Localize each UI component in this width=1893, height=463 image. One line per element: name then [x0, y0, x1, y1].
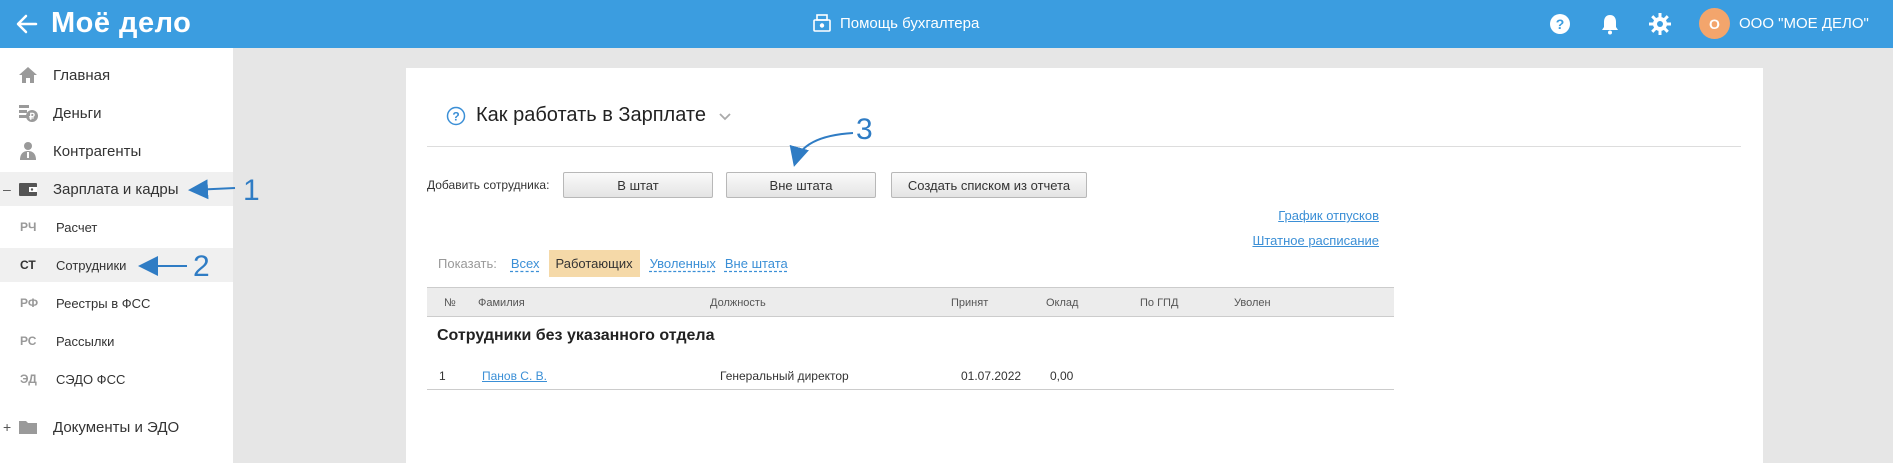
help-center-link[interactable]: Помощь бухгалтера	[812, 13, 979, 33]
cashbox-icon	[813, 14, 831, 32]
subitem-abbr: ЭД	[20, 372, 37, 386]
subitem-abbr: РФ	[20, 296, 39, 310]
col-surname[interactable]: Фамилия	[478, 297, 525, 309]
cell-salary: 0,00	[1050, 369, 1074, 383]
staffing-table-link[interactable]: Штатное расписание	[1252, 233, 1379, 248]
sidebar-item-label: Документы и ЭДО	[53, 418, 180, 436]
annotation-number-2: 2	[193, 250, 210, 283]
wallet-icon	[19, 183, 37, 196]
sidebar-item-documents[interactable]: + Документы и ЭДО	[0, 410, 233, 444]
subitem-label: Расчет	[56, 219, 98, 235]
cell-hired: 01.07.2022	[961, 369, 1022, 383]
subitem-label: СЭДО ФСС	[56, 371, 126, 387]
sidebar-item-label: Деньги	[53, 104, 102, 122]
folder-icon	[19, 421, 37, 434]
annotation-number-3: 3	[856, 113, 873, 146]
subitem-label: Сотрудники	[56, 257, 127, 273]
filter-working[interactable]: Работающих	[548, 250, 640, 277]
sidebar-subitem-sedo-fss[interactable]: ЭД СЭДО ФСС	[0, 362, 233, 396]
collapse-toggle[interactable]: –	[3, 181, 11, 197]
add-employee-label: Добавить сотрудника:	[427, 178, 550, 192]
top-header: Moё дело Помощь бухгалтера ? О ООО "МОЕ …	[0, 0, 1893, 48]
cell-number: 1	[439, 369, 446, 383]
title-divider	[427, 146, 1741, 147]
filter-label: Показать:	[438, 256, 497, 271]
sidebar-item-home[interactable]: Главная	[0, 58, 233, 92]
settings-gear-icon[interactable]	[1648, 12, 1672, 36]
table-header: № Фамилия Должность Принят Оклад По ГПД …	[427, 287, 1394, 317]
filter-non-staff[interactable]: Вне штата	[725, 256, 788, 271]
subitem-abbr: СТ	[20, 258, 36, 272]
add-staff-button[interactable]: В штат	[563, 172, 713, 198]
add-non-staff-button[interactable]: Вне штата	[726, 172, 876, 198]
question-circle-icon: ?	[446, 106, 466, 125]
create-from-report-button[interactable]: Создать списком из отчета	[891, 172, 1087, 198]
subitem-label: Реестры в ФСС	[56, 295, 151, 311]
col-hired[interactable]: Принят	[951, 297, 988, 309]
sidebar-subitem-fss-registers[interactable]: РФ Реестры в ФСС	[0, 286, 233, 320]
col-salary[interactable]: Оклад	[1046, 297, 1078, 309]
cell-position: Генеральный директор	[720, 369, 849, 383]
subitem-abbr: РС	[20, 334, 37, 348]
help-icon[interactable]: ?	[1548, 12, 1572, 36]
col-number: №	[444, 297, 456, 309]
notifications-bell-icon[interactable]	[1598, 12, 1622, 36]
table-row: 1 Панов С. В. Генеральный директор 01.07…	[427, 353, 1394, 390]
filter-dismissed[interactable]: Уволенных	[650, 256, 716, 271]
svg-text:₽: ₽	[29, 112, 35, 122]
page-title: Как работать в Зарплате	[476, 104, 706, 126]
sidebar-subitem-payroll[interactable]: РЧ Расчет	[0, 210, 233, 244]
svg-text:?: ?	[452, 109, 459, 123]
contractors-icon	[20, 142, 36, 160]
sidebar-subitem-mailings[interactable]: РС Рассылки	[0, 324, 233, 358]
annotation-number-1: 1	[243, 174, 260, 207]
section-title: Сотрудники без указанного отдела	[437, 327, 715, 344]
main-card: ? Как работать в Зарплате Добавить сотру…	[406, 68, 1763, 463]
page-title-row[interactable]: ? Как работать в Зарплате	[446, 104, 732, 127]
org-avatar[interactable]: О	[1699, 8, 1730, 39]
app-logo[interactable]: Moё дело	[51, 7, 191, 40]
home-icon	[19, 67, 37, 83]
col-dismissed[interactable]: Уволен	[1234, 297, 1271, 309]
col-position[interactable]: Должность	[710, 297, 766, 309]
sidebar-item-label: Контрагенты	[53, 142, 142, 160]
filter-bar: Показать: Всех Работающих Уволенных Вне …	[438, 250, 797, 277]
sidebar-item-contractors[interactable]: Контрагенты	[0, 134, 233, 168]
back-arrow-icon[interactable]	[14, 11, 40, 37]
vacation-schedule-link[interactable]: График отпусков	[1278, 208, 1379, 223]
col-gpd[interactable]: По ГПД	[1140, 297, 1178, 309]
sidebar-item-label: Зарплата и кадры	[53, 180, 179, 198]
employee-name-link[interactable]: Панов С. В.	[482, 369, 547, 383]
subitem-label: Рассылки	[56, 333, 115, 349]
org-name[interactable]: ООО "МОЕ ДЕЛО"	[1739, 15, 1869, 32]
help-center-label: Помощь бухгалтера	[840, 14, 980, 32]
expand-toggle[interactable]: +	[3, 419, 11, 435]
subitem-abbr: РЧ	[20, 220, 37, 234]
sidebar-item-label: Главная	[53, 66, 111, 84]
svg-text:?: ?	[1556, 16, 1565, 32]
money-icon: ₽	[19, 105, 38, 122]
sidebar-item-money[interactable]: ₽ Деньги	[0, 96, 233, 130]
filter-all[interactable]: Всех	[511, 256, 540, 271]
chevron-down-icon	[719, 112, 731, 120]
sidebar-item-salary[interactable]: – Зарплата и кадры	[0, 172, 233, 206]
